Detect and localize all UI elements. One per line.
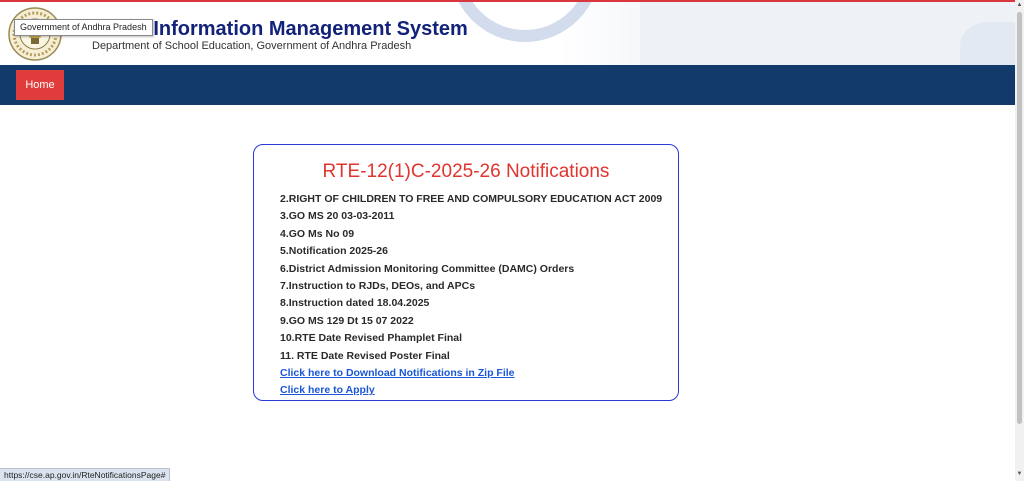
notification-item[interactable]: 5.Notification 2025-26 [280, 243, 662, 260]
download-zip-link[interactable]: Click here to Download Notifications in … [280, 365, 662, 382]
home-button[interactable]: Home [16, 70, 64, 100]
scroll-up-arrow-icon[interactable]: ▲ [1015, 1, 1024, 10]
notification-item[interactable]: 2.RIGHT OF CHILDREN TO FREE AND COMPULSO… [280, 191, 662, 208]
site-header: ol Information Management System Departm… [0, 2, 1015, 65]
page-title: ol Information Management System [130, 18, 468, 40]
header-background [640, 2, 1015, 65]
scrollbar-thumb[interactable] [1017, 12, 1022, 424]
notifications-list: 2.RIGHT OF CHILDREN TO FREE AND COMPULSO… [280, 191, 662, 400]
notification-item[interactable]: 4.GO Ms No 09 [280, 226, 662, 243]
main-navbar: Home [0, 65, 1015, 105]
status-bar-url: https://cse.ap.gov.in/RteNotificationsPa… [0, 468, 171, 481]
notification-item[interactable]: 11. RTE Date Revised Poster Final [280, 348, 662, 365]
panel-title: RTE-12(1)C-2025-26 Notifications [322, 161, 610, 182]
scroll-down-arrow-icon[interactable]: ▼ [1015, 470, 1024, 479]
page-subtitle: Department of School Education, Governme… [92, 40, 412, 52]
notification-item[interactable]: 10.RTE Date Revised Phamplet Final [280, 330, 662, 347]
notification-item[interactable]: 8.Instruction dated 18.04.2025 [280, 295, 662, 312]
notification-item[interactable]: 6.District Admission Monitoring Committe… [280, 261, 662, 278]
notification-item[interactable]: 3.GO MS 20 03-03-2011 [280, 208, 662, 225]
notification-item[interactable]: 7.Instruction to RJDs, DEOs, and APCs [280, 278, 662, 295]
header-decorative-shape [960, 22, 1015, 65]
apply-link[interactable]: Click here to Apply [280, 382, 662, 399]
notifications-panel: RTE-12(1)C-2025-26 Notifications 2.RIGHT… [253, 144, 679, 401]
vertical-scrollbar[interactable]: ▲ ▼ [1015, 0, 1024, 481]
notification-item[interactable]: 9.GO MS 129 Dt 15 07 2022 [280, 313, 662, 330]
emblem-tooltip: Government of Andhra Pradesh [14, 19, 153, 36]
